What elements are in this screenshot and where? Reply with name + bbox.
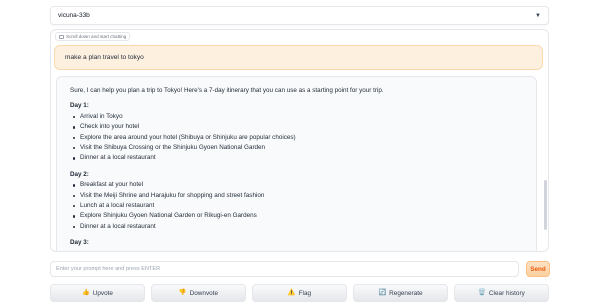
- regenerate-label: Regenerate: [389, 289, 423, 297]
- refresh-icon: 🔄: [378, 288, 387, 296]
- user-message: make a plan travel to tokyo: [54, 45, 543, 70]
- day-item: Visit the Shibuya Crossing or the Shinju…: [70, 143, 523, 153]
- warning-icon: ⚠️: [287, 288, 296, 296]
- day-item: Lunch at a local restaurant: [70, 201, 523, 211]
- model-select-dropdown[interactable]: vicuna-33b ▼: [50, 6, 549, 25]
- flag-button[interactable]: ⚠️ Flag: [252, 284, 347, 302]
- upvote-button[interactable]: 👍 Upvote: [50, 284, 145, 302]
- chat-scrollbar[interactable]: [544, 180, 547, 230]
- user-message-text: make a plan travel to tokyo: [65, 54, 144, 61]
- flag-label: Flag: [298, 289, 312, 297]
- day-item-list: Breakfast at your hotel Visit the Meiji …: [70, 180, 523, 232]
- day-item: Dinner at a local restaurant: [70, 153, 523, 163]
- day-title: Day 1:: [70, 102, 89, 110]
- day-item: Explore Shinjuku Gyoen National Garden o…: [70, 211, 523, 221]
- day-item-list: Arrival in Tokyo Check into your hotel E…: [70, 112, 523, 164]
- clear-history-label: Clear history: [488, 289, 525, 297]
- assistant-message: Sure, I can help you plan a trip to Toky…: [56, 76, 537, 251]
- thumbs-up-icon: 👍: [82, 288, 90, 296]
- downvote-label: Downvote: [189, 289, 219, 297]
- day-item: Breakfast at your hotel: [70, 180, 523, 190]
- day-item: Explore the area around your hotel (Shib…: [70, 133, 523, 143]
- assistant-intro: Sure, I can help you plan a trip to Toky…: [70, 87, 384, 94]
- chatbot-label-text: Scroll down and start chatting: [66, 34, 127, 39]
- chatbot-label: Scroll down and start chatting: [55, 32, 131, 41]
- upvote-label: Upvote: [92, 289, 113, 297]
- downvote-button[interactable]: 👎 Downvote: [151, 284, 246, 302]
- day-item: Check into your hotel: [70, 122, 523, 132]
- day-item: Dinner at a local restaurant: [70, 222, 523, 232]
- day-title: Day 3:: [70, 239, 89, 247]
- day-item: Arrival in Tokyo: [70, 112, 523, 122]
- regenerate-button[interactable]: 🔄 Regenerate: [353, 284, 448, 302]
- prompt-input[interactable]: [50, 261, 519, 277]
- clear-history-button[interactable]: 🗑️ Clear history: [454, 284, 549, 302]
- thumbs-down-icon: 👎: [178, 288, 187, 296]
- day-item: Visit the Meiji Shrine and Harajuku for …: [70, 191, 523, 201]
- chevron-down-icon: ▼: [535, 12, 541, 19]
- trash-icon: 🗑️: [478, 288, 486, 296]
- day-title: Day 2:: [70, 170, 89, 178]
- chatbot-panel[interactable]: Scroll down and start chatting make a pl…: [50, 29, 549, 252]
- send-button[interactable]: Send: [526, 261, 550, 277]
- chat-icon: [59, 34, 64, 39]
- model-select-value: vicuna-33b: [58, 12, 90, 19]
